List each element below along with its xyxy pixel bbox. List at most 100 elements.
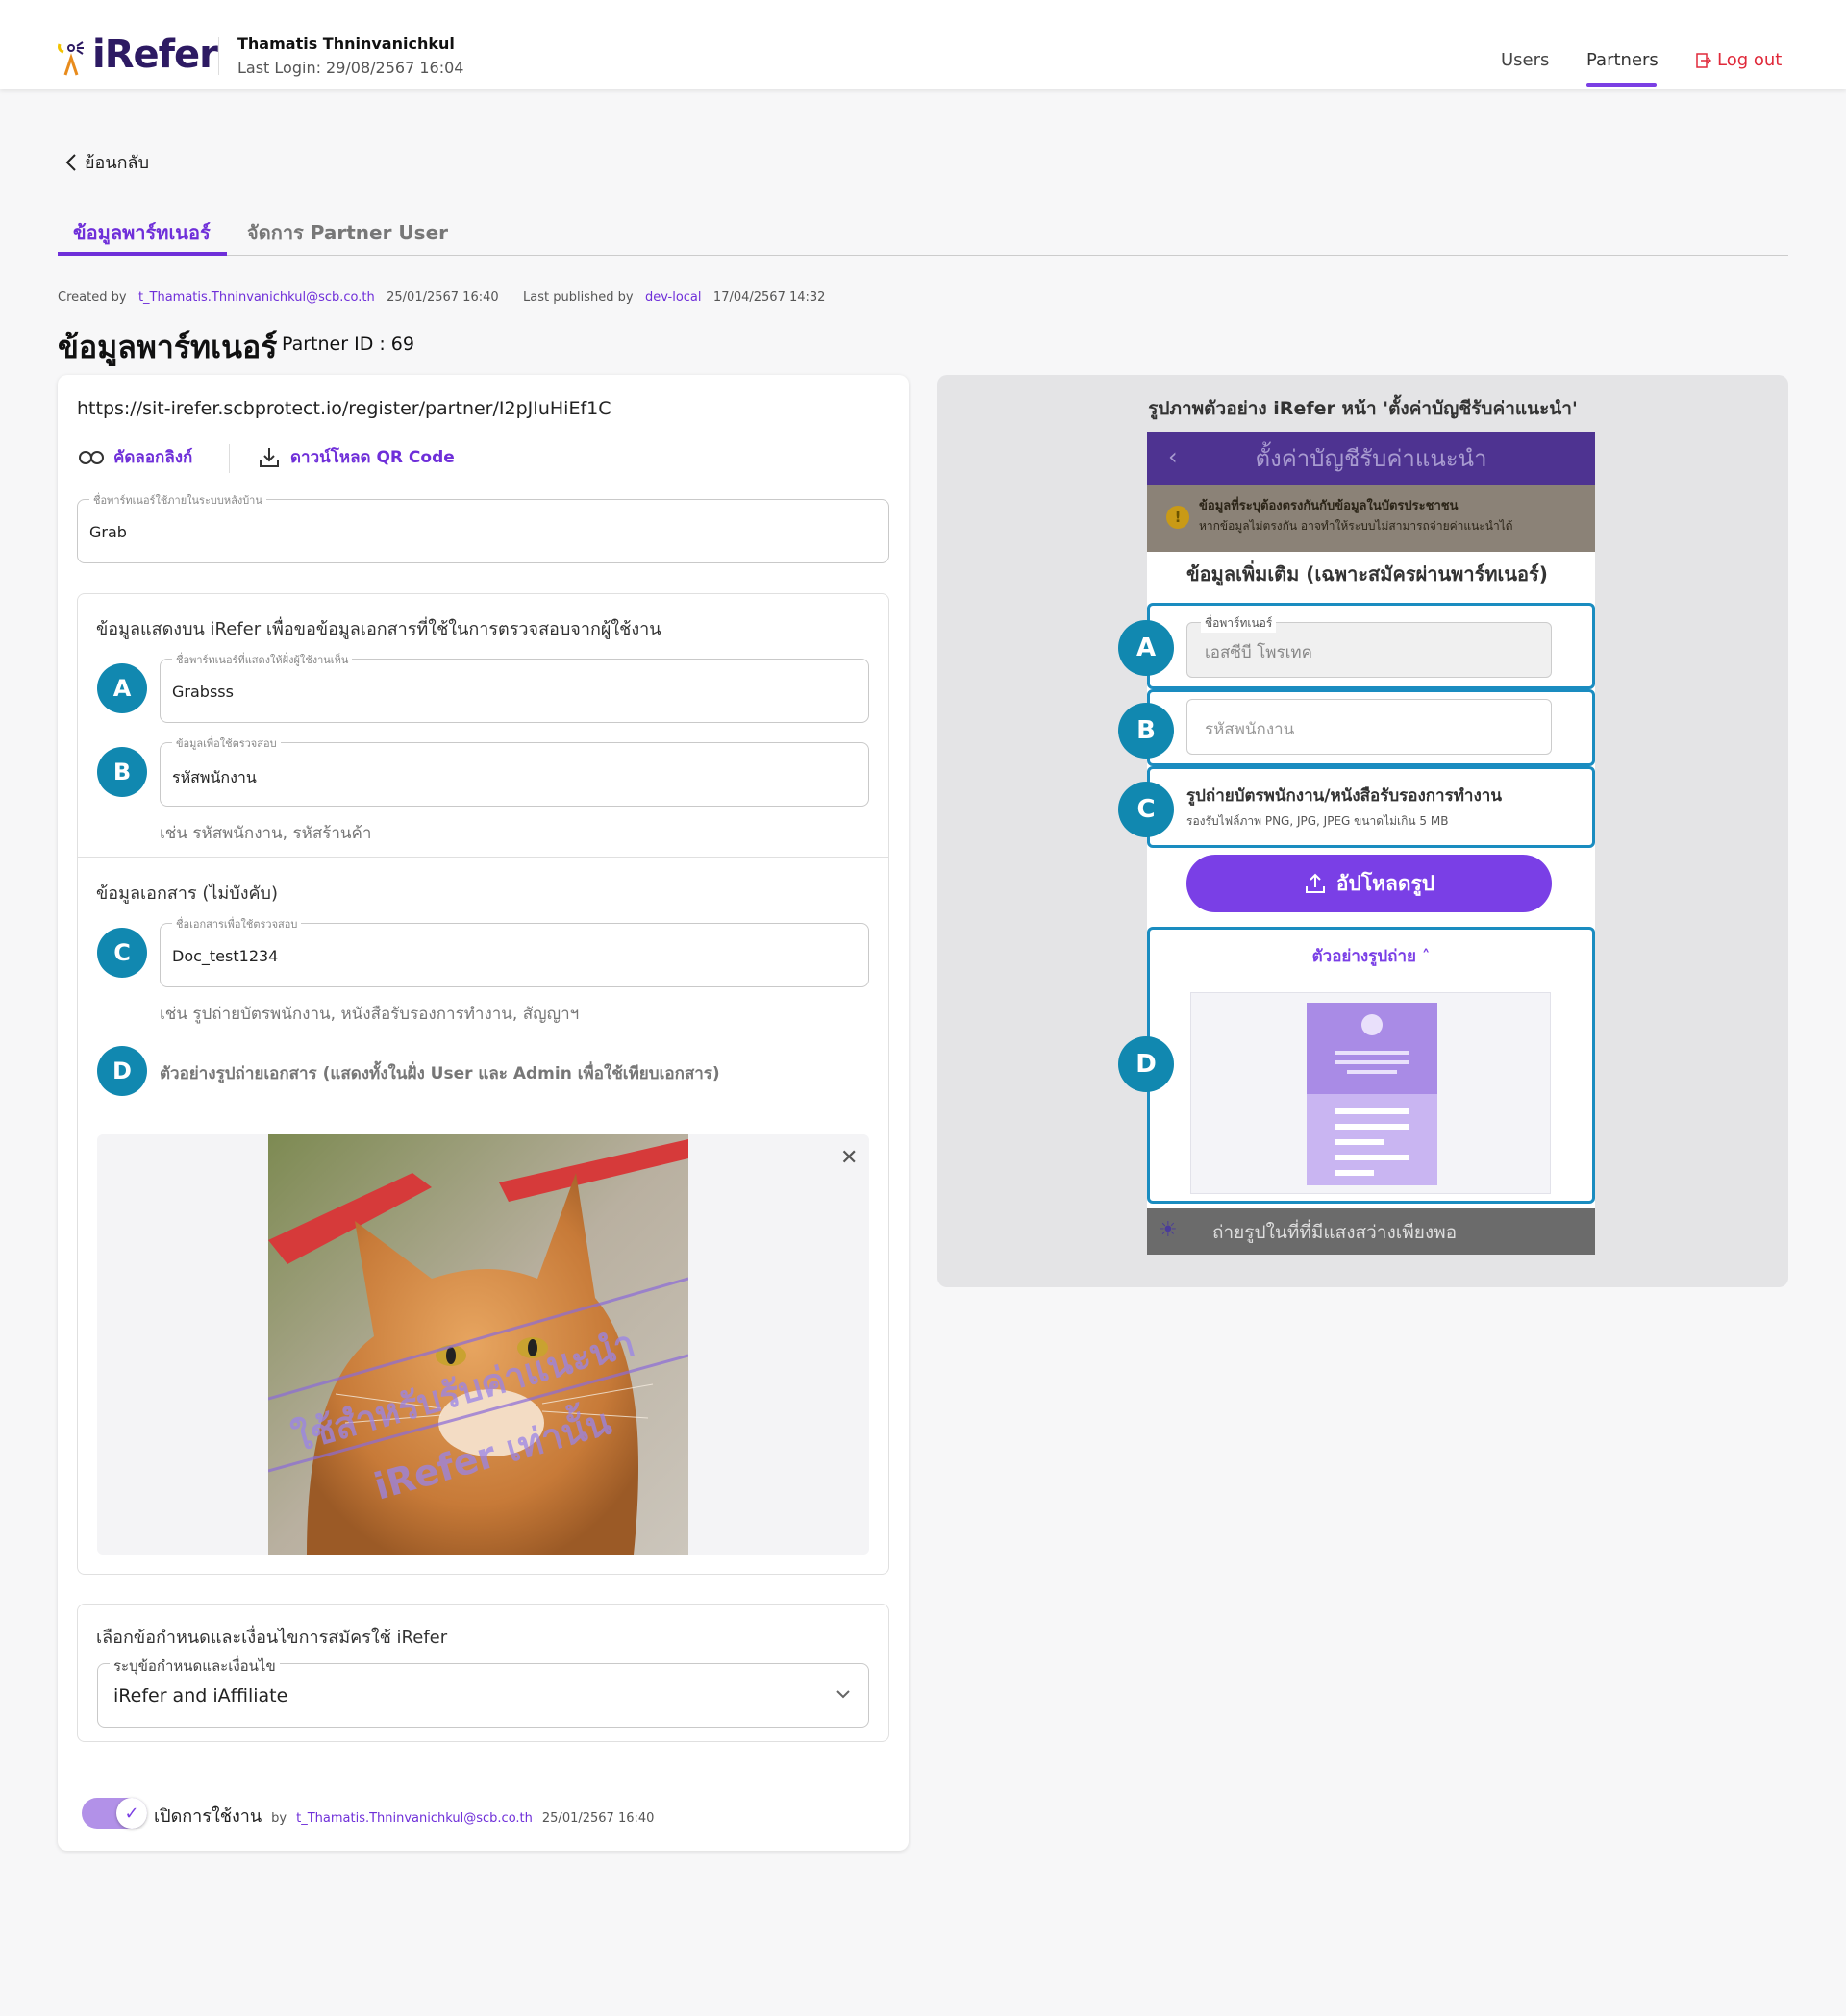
enable-user-link[interactable]: t_Thamatis.Thninvanichkul@scb.co.th [296,1811,533,1826]
terms-select[interactable]: ระบุข้อกำหนดและเงื่อนไข iRefer and iAffi… [97,1655,869,1728]
display-name-label: ชื่อพาร์ทเนอร์ที่แสดงให้ฝั่งผู้ใช้งานเห็… [172,651,353,668]
upload-icon [1305,873,1325,893]
phone-warn-title: ข้อมูลที่ระบุต้องตรงกันกับข้อมูลในบัตรปร… [1199,499,1459,513]
phone-partner-field: ชื่อพาร์ทเนอร์ เอสซีบี โพรเทค [1186,614,1552,678]
tab-divider [58,255,1788,256]
phone-upload-label: อัปโหลดรูป [1335,871,1435,895]
enable-toggle[interactable]: ✓ [82,1798,147,1829]
logo-text: iRefer [92,33,218,77]
created-label: Created by [58,290,127,305]
phone-partner-label: ชื่อพาร์ทเนอร์ [1201,614,1277,633]
download-qr-button[interactable]: ดาวน์โหลด QR Code [258,444,455,470]
enable-status: เปิดการใช้งาน by t_Thamatis.Thninvanichk… [154,1802,654,1829]
phone-warning: ! ข้อมูลที่ระบุต้องตรงกันกับข้อมูลในบัตร… [1147,485,1595,552]
logo-mark-icon [58,41,84,76]
preview-badge-c: C [1118,782,1174,837]
phone-photo-hint: รองรับไฟล์ภาพ PNG, JPG, JPEG ขนาดไม่เกิน… [1186,814,1449,828]
phone-back-icon: ‹ [1168,443,1178,470]
preview-badge-b: B [1118,703,1174,759]
doc-name-label: ชื่อเอกสารเพื่อใช้ตรวจสอบ [172,915,302,933]
verify-info-hint: เช่น รหัสพนักงาน, รหัสร้านค้า [160,824,372,843]
terms-section-title: เลือกข้อกำหนดและเงื่อนไขการสมัครใช้ iRef… [96,1628,448,1648]
phone-section-title: ข้อมูลเพิ่มเติม (เฉพาะสมัครผ่านพาร์ทเนอร… [1186,562,1548,585]
badge-d: D [97,1046,147,1096]
display-name-value: Grabsss [172,683,234,701]
chevron-up-icon: ˄ [1421,947,1431,966]
display-section-title: ข้อมูลแสดงบน iRefer เพื่อขอข้อมูลเอกสารท… [96,619,661,639]
published-meta: Last published by dev-local 17/04/2567 1… [523,290,825,305]
enable-by-label: by [271,1811,287,1826]
copy-link-label: คัดลอกลิงก์ [113,448,193,467]
link-divider [229,444,230,473]
cat-photo-icon: ใช้สำหรับรับค่าแนะนำ iRefer เท่านั้น [268,1134,688,1555]
backoffice-name-value: Grab [89,523,127,541]
backoffice-name-field[interactable]: ชื่อพาร์ทเนอร์ใช้ภายในระบบหลังบ้าน Grab [77,491,889,563]
created-meta: Created by t_Thamatis.Thninvanichkul@scb… [58,290,499,305]
badge-b: B [97,747,147,797]
toggle-check-icon: ✓ [116,1798,147,1829]
user-name: Thamatis Thninvanichkul [237,35,455,53]
nav-active-indicator [1586,83,1657,87]
phone-bottom-tip: ☀ ถ่ายรูปในที่ที่มีแสงสว่างเพียงพอ [1147,1208,1595,1255]
partner-id: Partner ID : 69 [282,334,414,355]
logout-label: Log out [1717,50,1783,70]
tab-partner-info[interactable]: ข้อมูลพาร์ทเนอร์ [73,217,211,248]
terms-select-value: iRefer and iAffiliate [113,1685,288,1706]
register-url: https://sit-irefer.scbprotect.io/registe… [77,398,611,419]
irefer-logo[interactable]: iRefer [56,27,218,77]
verify-info-value: รหัสพนักงาน [172,768,257,786]
doc-section-title: ข้อมูลเอกสาร (ไม่บังคับ) [96,884,278,904]
remove-image-button[interactable]: ✕ [840,1146,858,1170]
phone-example-label: ตัวอย่างรูปถ่าย [1311,947,1416,966]
phone-example-box [1190,992,1551,1194]
backoffice-name-label: ชื่อพาร์ทเนอร์ใช้ภายในระบบหลังบ้าน [89,491,266,509]
phone-example-toggle: ตัวอย่างรูปถ่าย ˄ [1147,943,1595,969]
chevron-left-icon [65,153,76,171]
phone-preview: ‹ ตั้งค่าบัญชีรับค่าแนะนำ ! ข้อมูลที่ระบ… [1147,432,1595,1255]
terms-select-label: ระบุข้อกำหนดและเงื่อนไข [110,1655,280,1678]
preview-title: รูปภาพตัวอย่าง iRefer หน้า 'ตั้งค่าบัญชี… [1148,398,1578,419]
published-at: 17/04/2567 14:32 [712,290,826,305]
phone-employee-placeholder: รหัสพนักงาน [1205,720,1295,739]
phone-employee-field: รหัสพนักงาน [1186,699,1552,755]
back-link[interactable]: ย้อนกลับ [65,148,149,176]
created-at: 25/01/2567 16:40 [387,290,499,305]
id-card-illustration-icon [1307,1003,1437,1185]
back-label: ย้อนกลับ [85,153,150,173]
nav-users[interactable]: Users [1501,50,1549,70]
phone-header-title: ตั้งค่าบัญชีรับค่าแนะนำ [1255,445,1487,472]
logout-button[interactable]: Log out [1696,50,1782,70]
sun-icon: ☀ [1159,1218,1178,1242]
tab-partner-user[interactable]: จัดการ Partner User [247,217,448,248]
preview-badge-a: A [1118,620,1174,676]
enable-label: เปิดการใช้งาน [154,1806,262,1827]
top-bar: iRefer Thamatis Thninvanichkul Last Logi… [0,0,1846,89]
preview-badge-d: D [1118,1036,1174,1092]
nav-partners[interactable]: Partners [1586,50,1659,70]
display-name-field[interactable]: ชื่อพาร์ทเนอร์ที่แสดงให้ฝั่งผู้ใช้งานเห็… [160,651,869,723]
doc-name-hint: เช่น รูปถ่ายบัตรพนักงาน, หนังสือรับรองกา… [160,1005,580,1024]
chevron-down-icon [836,1690,850,1699]
badge-a: A [97,663,147,713]
created-by-link[interactable]: t_Thamatis.Thninvanichkul@scb.co.th [138,290,375,305]
logout-icon [1696,52,1711,68]
phone-photo-title: รูปถ่ายบัตรพนักงาน/หนังสือรับรองการทำงาน [1186,786,1502,806]
verify-info-label: ข้อมูลเพื่อใช้ตรวจสอบ [172,734,281,752]
published-label: Last published by [523,290,634,305]
last-login: Last Login: 29/08/2567 16:04 [237,59,464,77]
tab-active-indicator [58,252,227,256]
download-icon [260,447,279,467]
warning-icon: ! [1166,506,1189,529]
phone-bottom-tip-text: ถ่ายรูปในที่ที่มีแสงสว่างเพียงพอ [1212,1222,1458,1243]
doc-example-image: ใช้สำหรับรับค่าแนะนำ iRefer เท่านั้น [268,1134,688,1555]
page-title: ข้อมูลพาร์ทเนอร์ [58,329,278,365]
verify-info-field[interactable]: ข้อมูลเพื่อใช้ตรวจสอบ รหัสพนักงาน [160,734,869,807]
published-by-link[interactable]: dev-local [645,290,702,305]
doc-name-field[interactable]: ชื่อเอกสารเพื่อใช้ตรวจสอบ Doc_test1234 [160,915,869,987]
phone-partner-value: เอสซีบี โพรเทค [1205,643,1312,662]
phone-upload-button: อัปโหลดรูป [1186,855,1552,912]
badge-c: C [97,928,147,978]
phone-header: ‹ ตั้งค่าบัญชีรับค่าแนะนำ [1147,432,1595,485]
copy-link-button[interactable]: คัดลอกลิงก์ [79,444,192,470]
enable-at: 25/01/2567 16:40 [541,1811,655,1826]
